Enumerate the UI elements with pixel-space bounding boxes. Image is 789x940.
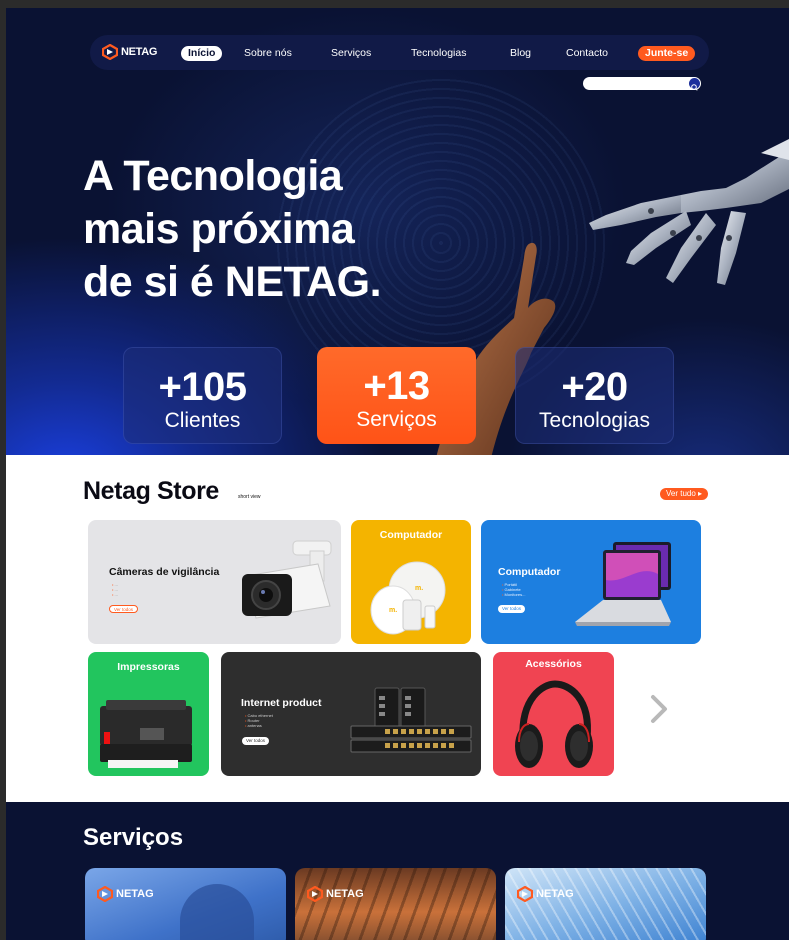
page: NETAG Início Sobre nós Serviços Tecnolog…	[6, 8, 789, 940]
store-section: Netag Store short view Ver tudo ▸ Câmera…	[6, 455, 789, 802]
hero-section: NETAG Início Sobre nós Serviços Tecnolog…	[6, 8, 789, 455]
card-title: Câmeras de vigilância	[109, 566, 220, 578]
card-list: • ... • ... • ...	[112, 582, 118, 597]
brand-logo[interactable]: NETAG	[101, 43, 158, 61]
search-input[interactable]	[583, 83, 683, 96]
hero-headline-line: de si é NETAG.	[83, 258, 382, 306]
store-title: Netag Store	[83, 477, 219, 505]
store-card-printers[interactable]: Impressoras	[88, 652, 209, 776]
nav-item-sobre-nos[interactable]: Sobre nós	[244, 46, 292, 61]
service-card[interactable]: NETAG	[85, 868, 286, 940]
service-card-logo: NETAG	[307, 886, 364, 902]
store-card-computer-blue[interactable]: Computador • Portátil • Gabinete • Monit…	[481, 520, 701, 644]
stat-label: Serviços	[356, 408, 437, 431]
card-title: Internet product	[241, 697, 322, 709]
service-card-logo: NETAG	[517, 886, 574, 902]
view-all-button[interactable]: Ver todos	[109, 605, 139, 613]
antenna-image: m. m.	[370, 561, 446, 635]
logo-text: NETAG	[121, 46, 158, 58]
logo-text: NETAG	[536, 888, 574, 900]
list-item: • antenas	[245, 723, 262, 728]
stat-card-services: +13 Serviços	[317, 347, 476, 444]
camera-image	[242, 540, 332, 619]
svg-text:m.: m.	[415, 585, 423, 592]
stat-card-technologies: +20 Tecnologias	[515, 347, 674, 444]
printer-image	[100, 700, 192, 768]
stat-value: +13	[363, 364, 430, 408]
stat-value: +20	[561, 365, 628, 409]
logo-icon	[517, 886, 533, 902]
headphones-image	[515, 680, 593, 768]
service-card[interactable]: NETAG	[295, 868, 496, 940]
nav-item-servicos[interactable]: Serviços	[331, 46, 371, 61]
store-card-internet[interactable]: Internet product • Cabo ethernet • Route…	[221, 652, 481, 776]
store-card-cameras[interactable]: Câmeras de vigilância • ... • ... • ... …	[88, 520, 341, 644]
search-button[interactable]	[689, 78, 700, 91]
hero-headline-line: A Tecnologia	[83, 152, 343, 200]
list-item: • Monitores...	[502, 592, 526, 597]
card-title: Computador	[379, 529, 443, 541]
logo-icon	[101, 43, 119, 61]
store-card-computer-yellow[interactable]: Computador m. m.	[351, 520, 471, 644]
stat-label: Tecnologias	[539, 409, 650, 432]
search-icon	[691, 84, 698, 91]
logo-text: NETAG	[326, 888, 364, 900]
card-title: Impressoras	[117, 661, 180, 673]
hero-headline-line: mais próxima	[83, 205, 355, 253]
store-card-accessories[interactable]: Acessórios	[493, 652, 614, 776]
services-section: Serviços NETAG NETAG NETAG	[6, 802, 789, 940]
hero-headline: A Tecnologia mais próxima de si é NETAG.	[83, 150, 443, 309]
store-subtitle: short view	[238, 494, 261, 500]
services-title: Serviços	[83, 824, 184, 851]
service-card-photo	[295, 868, 496, 940]
service-card-photo	[505, 868, 706, 940]
stat-label: Clientes	[164, 409, 241, 432]
list-item: • ...	[112, 592, 118, 597]
card-list: • Cabo ethernet • Router • antenas	[245, 713, 273, 728]
service-card-logo: NETAG	[97, 886, 154, 902]
card-title: Acessórios	[525, 658, 582, 670]
card-list: • Portátil • Gabinete • Monitores...	[502, 582, 525, 597]
logo-icon	[97, 886, 113, 902]
see-all-button[interactable]: Ver tudo ▸	[660, 488, 709, 500]
stat-card-clients: +105 Clientes	[123, 347, 282, 444]
list-item-text: ...	[114, 592, 118, 597]
logo-text: NETAG	[116, 888, 154, 900]
laptop-image	[575, 542, 671, 626]
service-card[interactable]: NETAG	[505, 868, 706, 940]
chevron-right-icon[interactable]	[650, 694, 668, 724]
list-item-text: antenas	[247, 723, 262, 728]
nav-item-blog[interactable]: Blog	[510, 46, 531, 61]
service-card-photo	[180, 884, 254, 940]
search-bar	[583, 77, 701, 96]
nav-item-inicio[interactable]: Início	[181, 46, 223, 61]
stat-value: +105	[158, 365, 247, 409]
nav-item-tecnologias[interactable]: Tecnologias	[411, 46, 466, 61]
card-title: Computador	[498, 566, 561, 578]
list-item-text: Monitores...	[504, 592, 526, 597]
view-all-button[interactable]: Ver todos	[498, 605, 526, 613]
logo-icon	[307, 886, 323, 902]
network-switch-image	[350, 687, 472, 753]
nav-item-contacto[interactable]: Contacto	[566, 46, 608, 61]
join-button[interactable]: Junte-se	[638, 46, 696, 61]
view-all-button[interactable]: Ver todos	[242, 737, 270, 745]
svg-text:m.: m.	[389, 607, 397, 614]
